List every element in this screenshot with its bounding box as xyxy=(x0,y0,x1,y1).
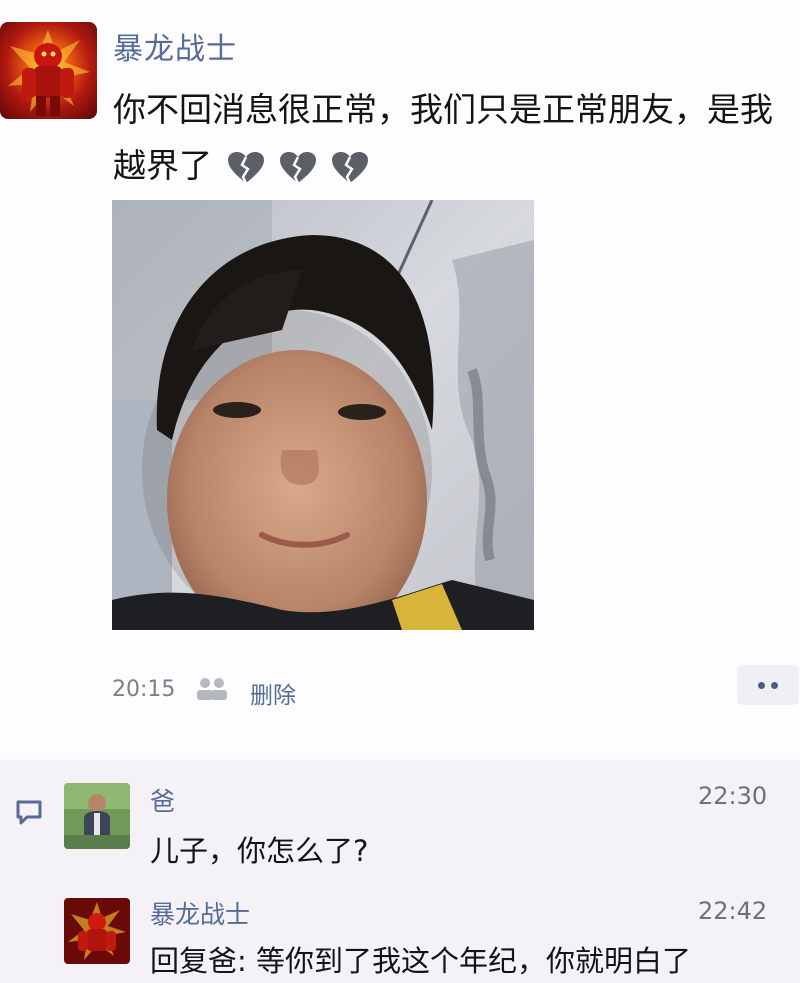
broken-heart-icon xyxy=(331,151,368,184)
dot-icon xyxy=(758,681,765,689)
comment-text: 儿子，你怎么了? xyxy=(150,834,369,868)
post-text-body: 你不回消息很正常，我们只是正常朋友，是我越界了 xyxy=(113,90,773,185)
comment-icon xyxy=(16,800,42,825)
more-actions-button[interactable] xyxy=(737,665,799,705)
comment-author[interactable]: 暴龙战士 xyxy=(150,895,250,931)
comment-time: 22:30 xyxy=(698,782,768,810)
warrior-avatar-image xyxy=(64,898,130,964)
post-time: 20:15 xyxy=(112,677,176,702)
post-photo[interactable] xyxy=(112,200,534,630)
comment-text: 回复爸: 等你到了我这个年纪，你就明白了 xyxy=(150,938,691,980)
author-avatar-small[interactable] xyxy=(64,898,130,964)
author-avatar[interactable] xyxy=(0,22,97,119)
post-text: 你不回消息很正常，我们只是正常朋友，是我越界了 xyxy=(113,82,783,194)
dot-icon xyxy=(771,681,778,689)
moment-post: 暴龙战士 你不回消息很正常，我们只是正常朋友，是我越界了 20:15 删除 xyxy=(0,0,800,755)
selfie-photo xyxy=(112,200,534,630)
comment-time: 22:42 xyxy=(698,897,768,925)
comment-author[interactable]: 爸 xyxy=(150,782,175,818)
post-author-name[interactable]: 暴龙战士 xyxy=(113,24,237,68)
reply-text: 等你到了我这个年纪，你就明白了 xyxy=(246,944,692,978)
broken-heart-icon xyxy=(279,151,316,184)
warrior-avatar-image xyxy=(8,30,90,116)
dad-avatar-image xyxy=(64,783,130,849)
dad-avatar[interactable] xyxy=(64,783,130,849)
reply-prefix: 回复爸: xyxy=(150,944,247,978)
broken-hearts xyxy=(227,151,369,185)
broken-heart-icon xyxy=(227,151,264,184)
delete-button[interactable]: 删除 xyxy=(250,676,296,710)
friends-visible-icon[interactable] xyxy=(194,676,230,702)
